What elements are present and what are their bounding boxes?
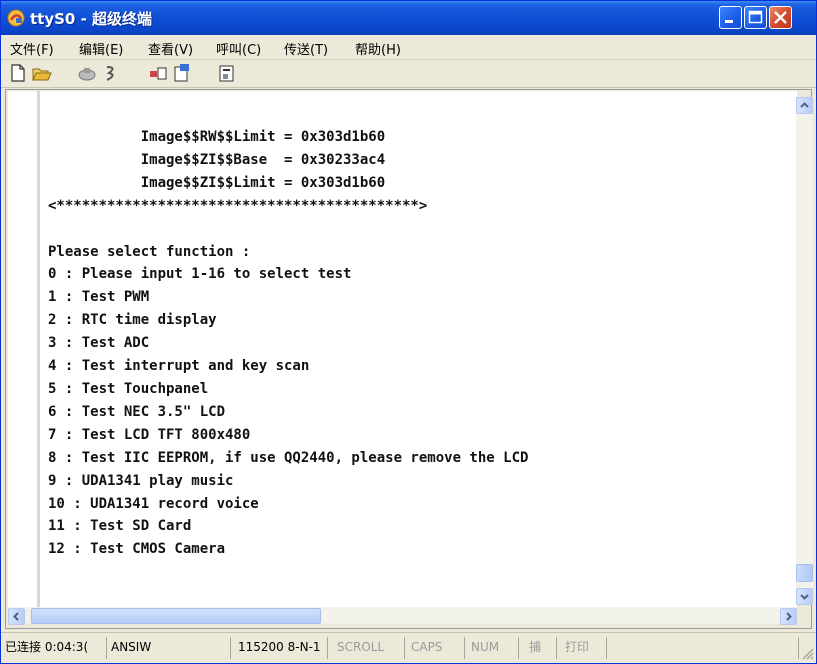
close-button[interactable] [769,6,792,29]
send-icon[interactable] [147,63,169,83]
status-capture: 捕 [529,637,557,659]
scroll-down-button[interactable] [796,588,813,605]
menu-view[interactable]: 查看(V) [148,39,193,58]
terminal-line: 8 : Test IIC EEPROM, if use QQ2440, plea… [48,449,529,466]
status-bar: 已连接 0:04:3( ANSIW 115200 8-N-1 SCROLL CA… [1,632,816,663]
terminal-line: 2 : RTC time display [48,312,217,329]
minimize-button[interactable] [719,6,742,29]
terminal-line: 4 : Test interrupt and key scan [48,358,310,375]
disconnect-icon[interactable] [76,63,98,83]
terminal-line: Image$$ZI$$Base = 0x30233ac4 [48,151,386,168]
chevron-up-icon [800,102,809,108]
properties-icon[interactable] [216,63,238,83]
status-scroll-lock: SCROLL [337,637,405,659]
terminal-left-margin [37,91,40,607]
terminal-line: 5 : Test Touchpanel [48,380,209,397]
hyperterminal-window: ttyS0 - 超级终端 文件(F) 编辑(E) 查看(V) 呼叫(C) 传送(… [0,0,817,664]
terminal-line: 9 : UDA1341 play music [48,472,234,489]
status-caps-lock: CAPS [411,637,465,659]
menu-bar: 文件(F) 编辑(E) 查看(V) 呼叫(C) 传送(T) 帮助(H) [1,35,816,60]
status-empty-panel [613,637,799,659]
status-num-lock: NUM [471,637,519,659]
status-emulation: ANSIW [111,637,231,659]
menu-file[interactable]: 文件(F) [10,39,54,58]
terminal-line: Image$$RW$$Limit = 0x303d1b60 [48,129,386,145]
dial-icon[interactable] [101,63,123,83]
chevron-right-icon [786,612,792,621]
menu-edit[interactable]: 编辑(E) [79,39,123,58]
vertical-scrollbar[interactable] [796,114,813,603]
terminal-line: 3 : Test ADC [48,335,150,352]
minimize-icon [725,20,733,23]
terminal-line: 1 : Test PWM [48,289,150,306]
menu-transfer[interactable]: 传送(T) [284,39,328,58]
scroll-up-button[interactable] [796,97,813,114]
horizontal-scroll-thumb[interactable] [31,608,321,624]
open-icon[interactable] [31,63,53,83]
vertical-scroll-thumb[interactable] [796,564,813,582]
chevron-down-icon [800,594,809,600]
scroll-right-button[interactable] [780,608,797,625]
terminal-line: 10 : UDA1341 record voice [48,495,259,512]
terminal-line: 11 : Test SD Card [48,518,192,535]
close-icon [774,11,787,24]
terminal-line: Please select function : [48,243,251,260]
status-print: 打印 [565,637,607,659]
menu-call[interactable]: 呼叫(C) [216,39,261,58]
receive-icon[interactable] [171,63,193,83]
terminal-line: 6 : Test NEC 3.5" LCD [48,403,226,420]
new-icon[interactable] [7,63,29,83]
scroll-left-button[interactable] [8,608,25,625]
terminal-line: Image$$ZI$$Limit = 0x303d1b60 [48,174,386,191]
terminal-line: 0 : Please input 1-16 to select test [48,266,352,283]
toolbar [1,60,816,88]
terminal-line: 7 : Test LCD TFT 800x480 [48,426,251,443]
title-bar[interactable]: ttyS0 - 超级终端 [1,1,816,35]
terminal-output: Image$$RW$$Limit = 0x303d1b60 Image$$ZI$… [48,126,528,561]
hyperterminal-icon [7,9,25,27]
window-title: ttyS0 - 超级终端 [30,10,153,28]
maximize-button[interactable] [744,6,767,29]
menu-help[interactable]: 帮助(H) [355,39,401,58]
terminal-line: <***************************************… [48,197,428,214]
status-port-settings: 115200 8-N-1 [238,637,328,659]
resize-grip-icon[interactable] [801,647,814,660]
chevron-left-icon [13,612,19,621]
status-connection-time: 已连接 0:04:3( [5,637,107,659]
maximize-icon [748,10,763,24]
terminal-line: 12 : Test CMOS Camera [48,541,226,558]
